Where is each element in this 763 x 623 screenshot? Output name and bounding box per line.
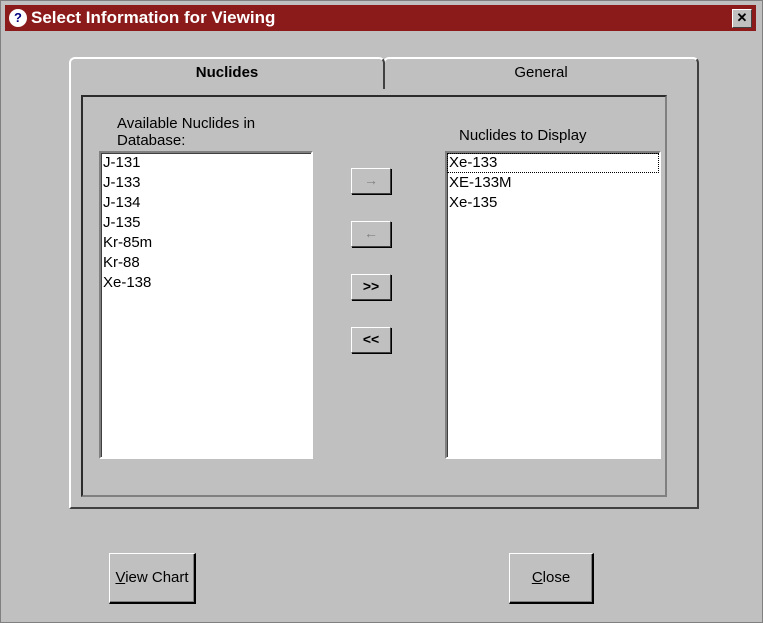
display-nuclides-label: Nuclides to Display xyxy=(459,127,587,144)
tab-general[interactable]: General xyxy=(383,57,699,87)
view-chart-label: iew Chart xyxy=(125,569,189,586)
dialog-window: ? Select Information for Viewing ✕ Gener… xyxy=(0,0,763,623)
close-label: lose xyxy=(542,569,571,586)
list-item[interactable]: XE-133M xyxy=(447,173,659,193)
view-chart-mnemonic: V xyxy=(115,569,126,586)
list-item[interactable]: Kr-85m xyxy=(101,233,311,253)
close-button[interactable]: Close xyxy=(509,553,594,604)
question-icon: ? xyxy=(9,9,27,27)
add-all-nuclides-button[interactable]: >> xyxy=(351,274,391,300)
close-mnemonic: C xyxy=(531,569,543,586)
add-nuclide-button[interactable]: → xyxy=(351,168,391,194)
remove-nuclide-button[interactable]: ← xyxy=(351,221,391,247)
tab-nuclides[interactable]: Nuclides xyxy=(69,57,385,89)
list-item[interactable]: Kr-88 xyxy=(101,253,311,273)
list-item[interactable]: Xe-135 xyxy=(447,193,659,213)
available-nuclides-list[interactable]: J-131 J-133 J-134 J-135 Kr-85m Kr-88 Xe-… xyxy=(99,151,313,459)
list-item[interactable]: J-135 xyxy=(101,213,311,233)
remove-all-nuclides-button[interactable]: << xyxy=(351,327,391,353)
window-title: Select Information for Viewing xyxy=(31,8,276,27)
list-item[interactable]: Xe-138 xyxy=(101,273,311,293)
list-item[interactable]: J-133 xyxy=(101,173,311,193)
available-nuclides-label: Available Nuclides in Database: xyxy=(117,115,256,149)
view-chart-button[interactable]: View Chart xyxy=(109,553,196,604)
close-window-button[interactable]: ✕ xyxy=(732,9,752,28)
list-item[interactable]: J-131 xyxy=(101,153,311,173)
list-item[interactable]: Xe-133 xyxy=(447,153,659,173)
title-bar[interactable]: ? Select Information for Viewing ✕ xyxy=(5,5,756,31)
display-nuclides-list[interactable]: Xe-133 XE-133M Xe-135 xyxy=(445,151,661,459)
list-item[interactable]: J-134 xyxy=(101,193,311,213)
